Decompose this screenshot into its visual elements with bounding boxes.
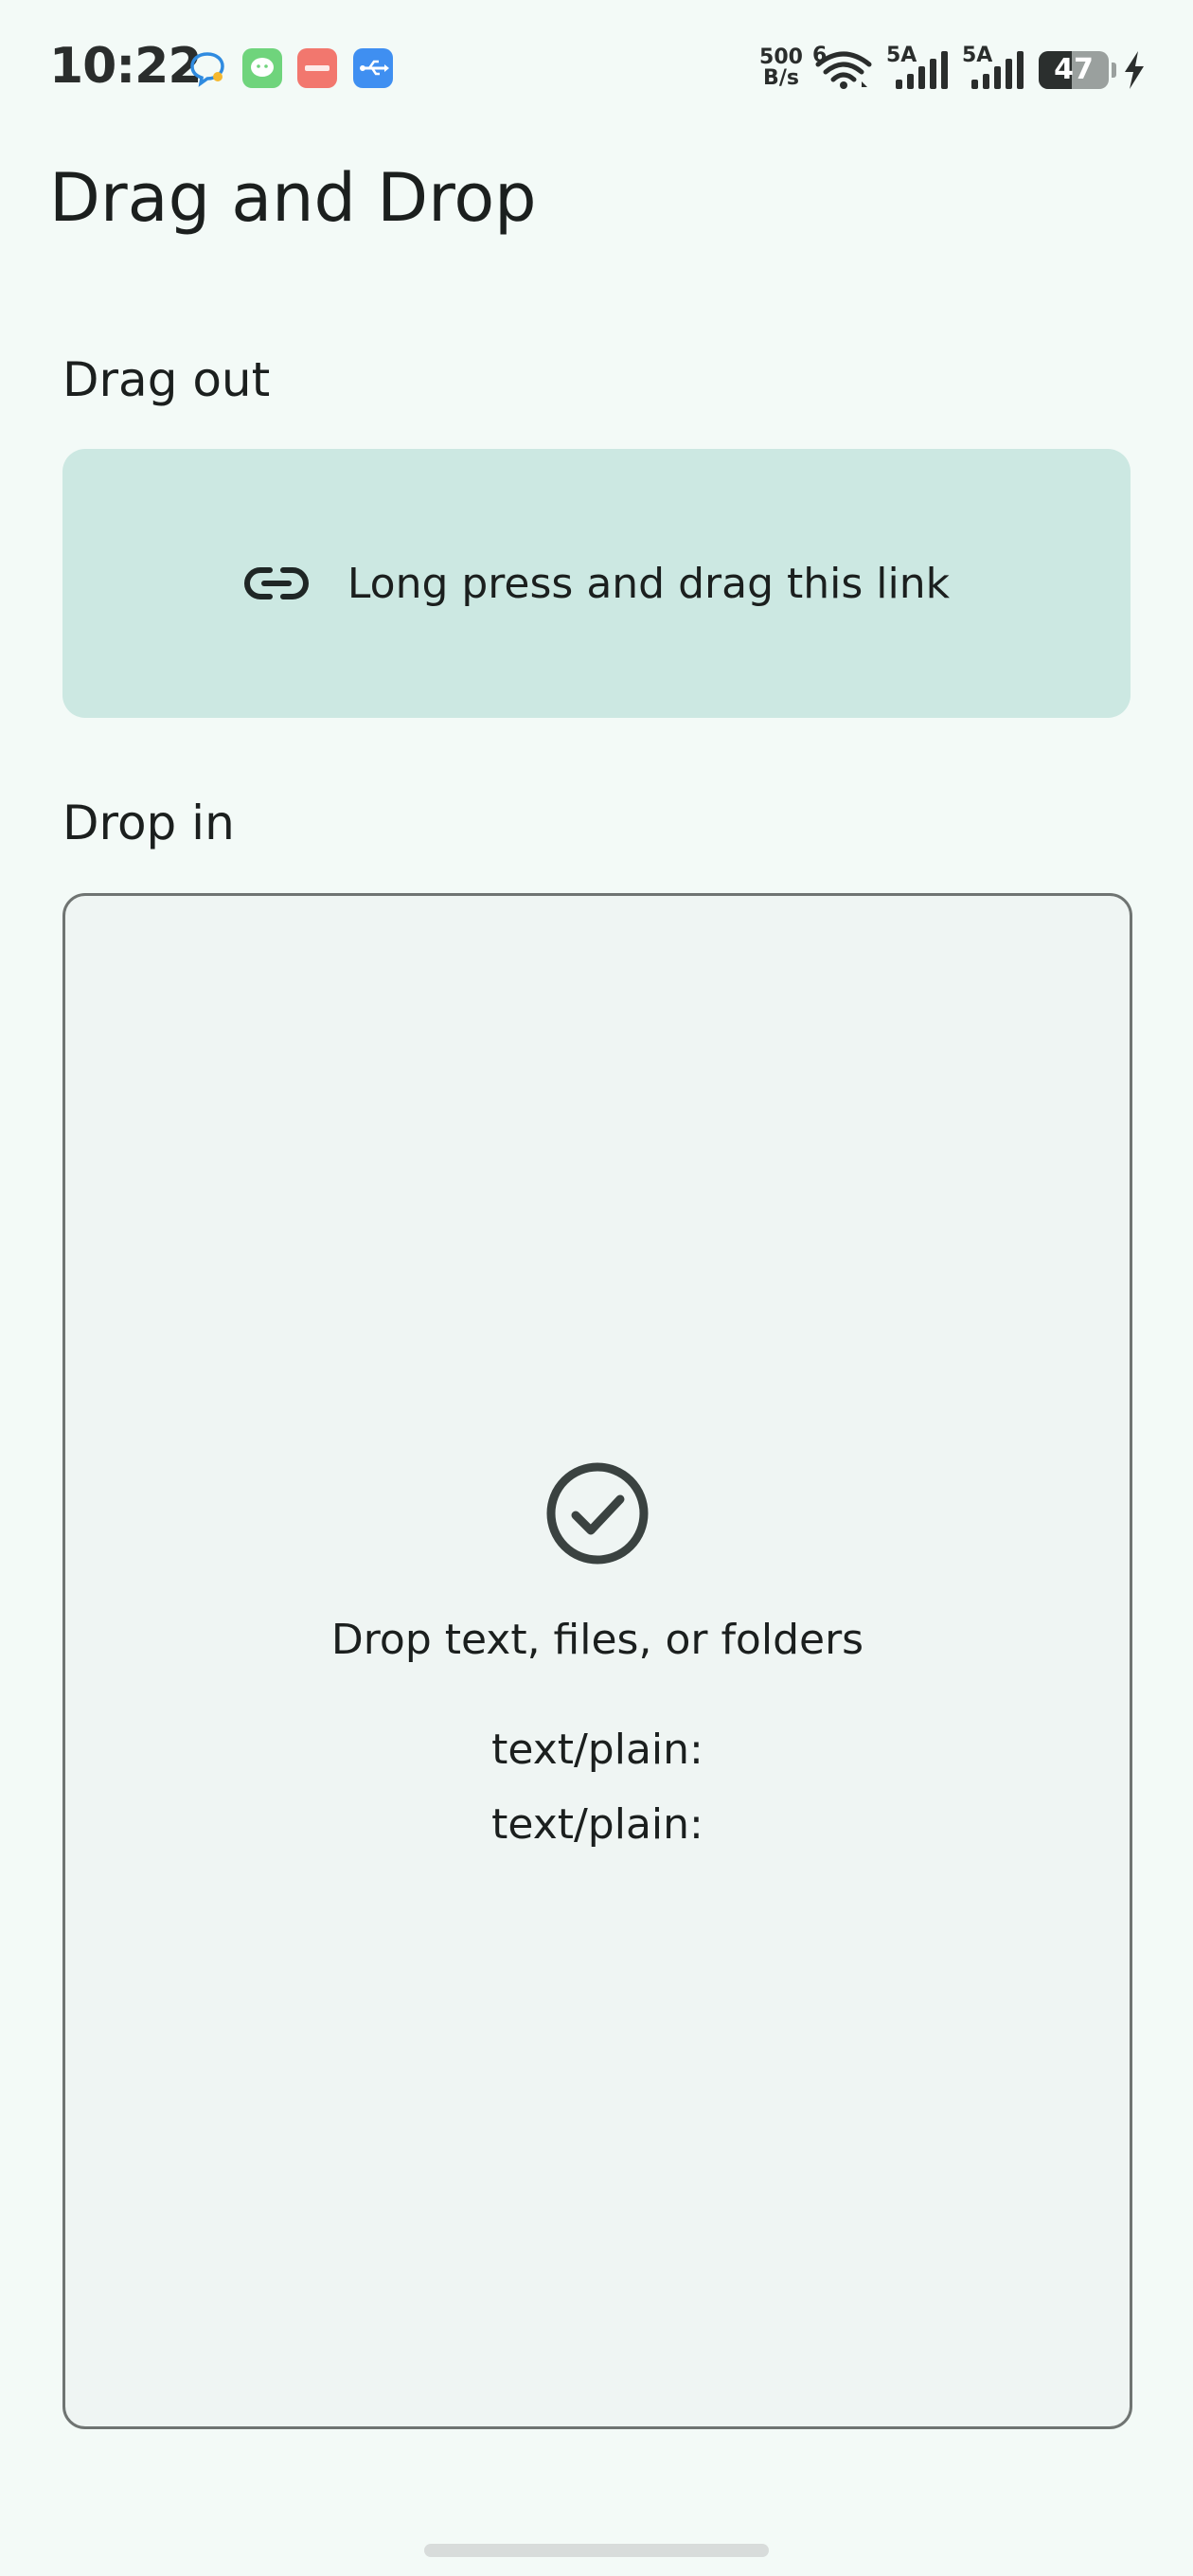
network-speed-value: 500 (759, 45, 803, 69)
check-circle-icon (546, 1462, 649, 1565)
wechat-icon (242, 48, 282, 88)
status-bar: 10:22 500 B/s 6 5A 5A 47 (0, 0, 1193, 142)
wifi-indicator: 6 (812, 44, 875, 95)
drop-in-heading: Drop in (62, 796, 235, 850)
page-title: Drag and Drop (49, 159, 537, 237)
battery-indicator: 47 (1039, 51, 1109, 89)
link-icon (243, 567, 309, 599)
signal-1-label: 5A (886, 44, 917, 67)
status-time: 10:22 (49, 38, 203, 95)
gesture-navigation-bar[interactable] (424, 2544, 769, 2557)
drag-out-heading: Drag out (62, 352, 271, 407)
network-speed-unit: B/s (763, 66, 799, 90)
signal-indicator-2: 5A (962, 44, 1028, 95)
mime-type-line: text/plain: (491, 1800, 703, 1849)
usb-icon (353, 48, 393, 88)
network-speed: 500 B/s (757, 47, 805, 89)
drag-link-label: Long press and drag this link (347, 559, 951, 608)
drop-instructions: Drop text, files, or folders (330, 1616, 864, 1664)
wifi-label: 6 (812, 44, 828, 67)
chat-bubble-icon (187, 48, 227, 88)
red-app-icon (297, 48, 337, 88)
signal-indicator-1: 5A (886, 44, 953, 95)
battery-tip (1112, 63, 1116, 78)
drop-zone[interactable]: Drop text, files, or folders text/plain:… (62, 893, 1132, 2429)
draggable-link-card[interactable]: Long press and drag this link (62, 449, 1131, 718)
charging-bolt-icon (1125, 51, 1144, 89)
signal-2-label: 5A (962, 44, 993, 67)
mime-type-line: text/plain: (491, 1726, 703, 1774)
battery-percent: 47 (1054, 53, 1094, 86)
